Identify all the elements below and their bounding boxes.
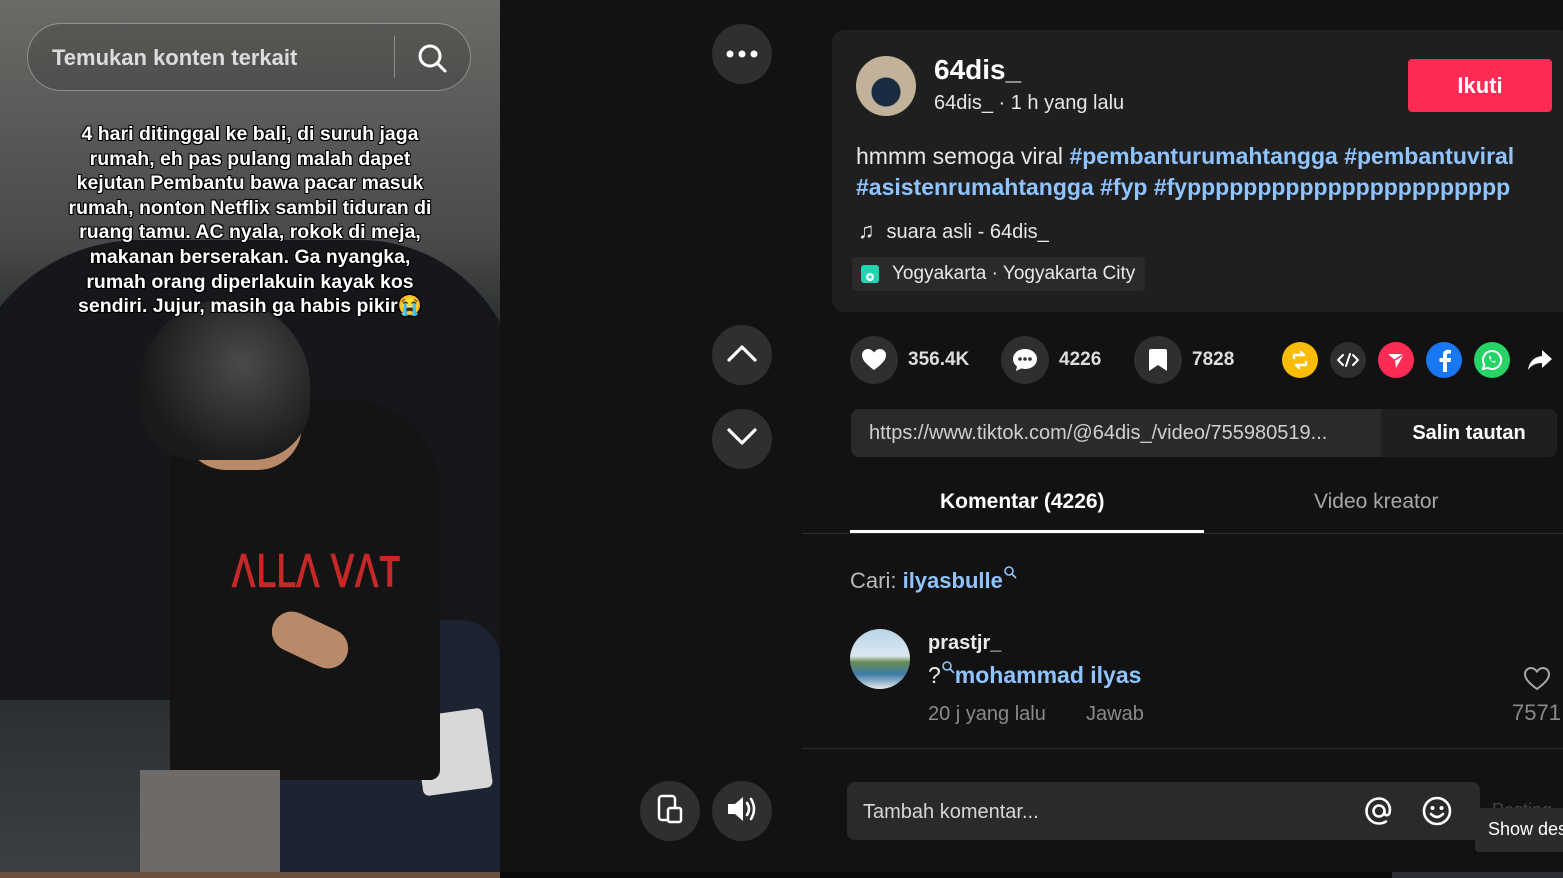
music-note-icon: ♫ — [858, 218, 875, 243]
video-player[interactable]: ᐱᒪᒪᐱ ᐯᐱT Temukan konten terkait 4 hari d… — [0, 0, 500, 872]
music-link[interactable]: ♫ suara asli - 64dis_ — [858, 218, 1049, 244]
tabs-divider — [802, 533, 1563, 534]
tab-comments[interactable]: Komentar (4226) — [940, 490, 1105, 514]
search-suggestion-keyword[interactable]: ilyasbulle — [903, 568, 1003, 593]
author-separator: · — [998, 92, 1006, 114]
volume-button[interactable] — [712, 781, 772, 841]
comment-username[interactable]: prastjr_ — [928, 632, 1001, 655]
search-suggestion-prefix: Cari: — [850, 568, 897, 593]
active-tab-indicator — [850, 530, 1204, 533]
mention-search-icon — [941, 653, 955, 679]
comment-icon[interactable] — [1001, 336, 1049, 384]
hashtag-link[interactable]: #fyppppppppppppppppppppppp — [1154, 174, 1510, 200]
repost-icon[interactable] — [1282, 342, 1318, 378]
location-pin-icon — [861, 265, 879, 283]
comment-input[interactable] — [861, 796, 1345, 828]
comment-action[interactable]: 4226 — [1001, 336, 1101, 384]
emoji-icon[interactable] — [1421, 795, 1453, 832]
mini-player-button[interactable] — [640, 781, 700, 841]
follow-button[interactable]: Ikuti — [1408, 59, 1552, 112]
related-search-bar[interactable]: Temukan konten terkait — [27, 23, 471, 91]
tab-creator-videos[interactable]: Video kreator — [1314, 490, 1439, 514]
embed-icon[interactable] — [1330, 342, 1366, 378]
author-avatar[interactable] — [856, 56, 916, 116]
comment-text: ? mohammad ilyas — [928, 661, 1142, 689]
whatsapp-icon[interactable] — [1474, 342, 1510, 378]
search-input[interactable]: Temukan konten terkait — [52, 45, 297, 71]
comment-time: 20 j yang lalu — [928, 703, 1046, 725]
location-label: Yogyakarta · Yogyakarta City — [892, 263, 1136, 284]
taskbar-strip — [0, 872, 1563, 878]
share-arrow-icon[interactable] — [1522, 342, 1558, 378]
taskbar-segment — [0, 872, 500, 878]
save-action[interactable]: 7828 — [1134, 336, 1234, 384]
send-icon[interactable] — [1378, 342, 1414, 378]
previous-video-button[interactable] — [712, 325, 772, 385]
video-person-helmet — [140, 300, 310, 460]
search-suggestion[interactable]: Cari: ilyasbulle — [850, 566, 1017, 594]
like-count: 356.4K — [908, 349, 970, 370]
comment-prefix: ? — [928, 662, 941, 688]
reply-button[interactable]: Jawab — [1086, 703, 1144, 726]
chevron-up-icon — [727, 344, 757, 367]
hashtag-link[interactable]: #asistenrumahtangga — [856, 174, 1094, 200]
video-person-legs — [140, 770, 280, 872]
next-video-button[interactable] — [712, 409, 772, 469]
author-username[interactable]: 64dis_ — [934, 54, 1021, 86]
save-count: 7828 — [1192, 349, 1235, 370]
search-divider — [394, 36, 395, 78]
music-title: suara asli - 64dis_ — [886, 221, 1049, 243]
small-search-icon — [1003, 559, 1017, 584]
hashtag-link[interactable]: #fyp — [1100, 174, 1147, 200]
tooltip-text: Show desktop — [1488, 819, 1563, 839]
share-link-url[interactable]: https://www.tiktok.com/@64dis_/video/755… — [869, 422, 1381, 445]
composer-divider — [802, 748, 1563, 749]
commenter-avatar[interactable] — [850, 629, 910, 689]
facebook-icon[interactable] — [1426, 342, 1462, 378]
taskbar-segment — [1392, 872, 1563, 878]
more-icon — [726, 45, 758, 63]
author-subtitle: 64dis_ · 1 h yang lalu — [934, 92, 1124, 115]
at-icon[interactable] — [1363, 795, 1395, 832]
hashtag-link[interactable]: #pembantuviral — [1344, 143, 1514, 169]
search-icon[interactable] — [416, 42, 448, 74]
author-handle[interactable]: 64dis_ — [934, 92, 993, 114]
bookmark-icon[interactable] — [1134, 336, 1182, 384]
video-description: hmmm semoga viral #pembanturumahtangga #… — [856, 141, 1556, 203]
comment-like-count: 7571 — [1512, 700, 1561, 725]
comment-composer — [847, 782, 1480, 840]
hashtag-link[interactable]: #pembanturumahtangga — [1069, 143, 1337, 169]
share-link-box: https://www.tiktok.com/@64dis_/video/755… — [851, 409, 1557, 457]
comment-like-icon[interactable] — [1523, 666, 1551, 697]
video-shirt-print: ᐱᒪᒪᐱ ᐯᐱT — [232, 547, 402, 597]
mini-player-icon — [657, 794, 683, 829]
heart-icon[interactable] — [850, 336, 898, 384]
post-time: 1 h yang lalu — [1010, 92, 1125, 114]
comment-mention-link[interactable]: mohammad ilyas — [955, 662, 1142, 688]
comment-count: 4226 — [1059, 349, 1102, 370]
show-desktop-tooltip: Show desktop — [1475, 808, 1563, 852]
description-text: hmmm semoga viral — [856, 143, 1064, 169]
location-tag[interactable]: Yogyakarta · Yogyakarta City — [852, 257, 1146, 291]
volume-icon — [726, 795, 758, 828]
like-action[interactable]: 356.4K — [850, 336, 969, 384]
chevron-down-icon — [727, 427, 757, 451]
copy-link-button[interactable]: Salin tautan — [1381, 409, 1557, 457]
video-caption: 4 hari ditinggal ke bali, di suruh jaga … — [68, 123, 432, 318]
more-button[interactable] — [712, 24, 772, 84]
